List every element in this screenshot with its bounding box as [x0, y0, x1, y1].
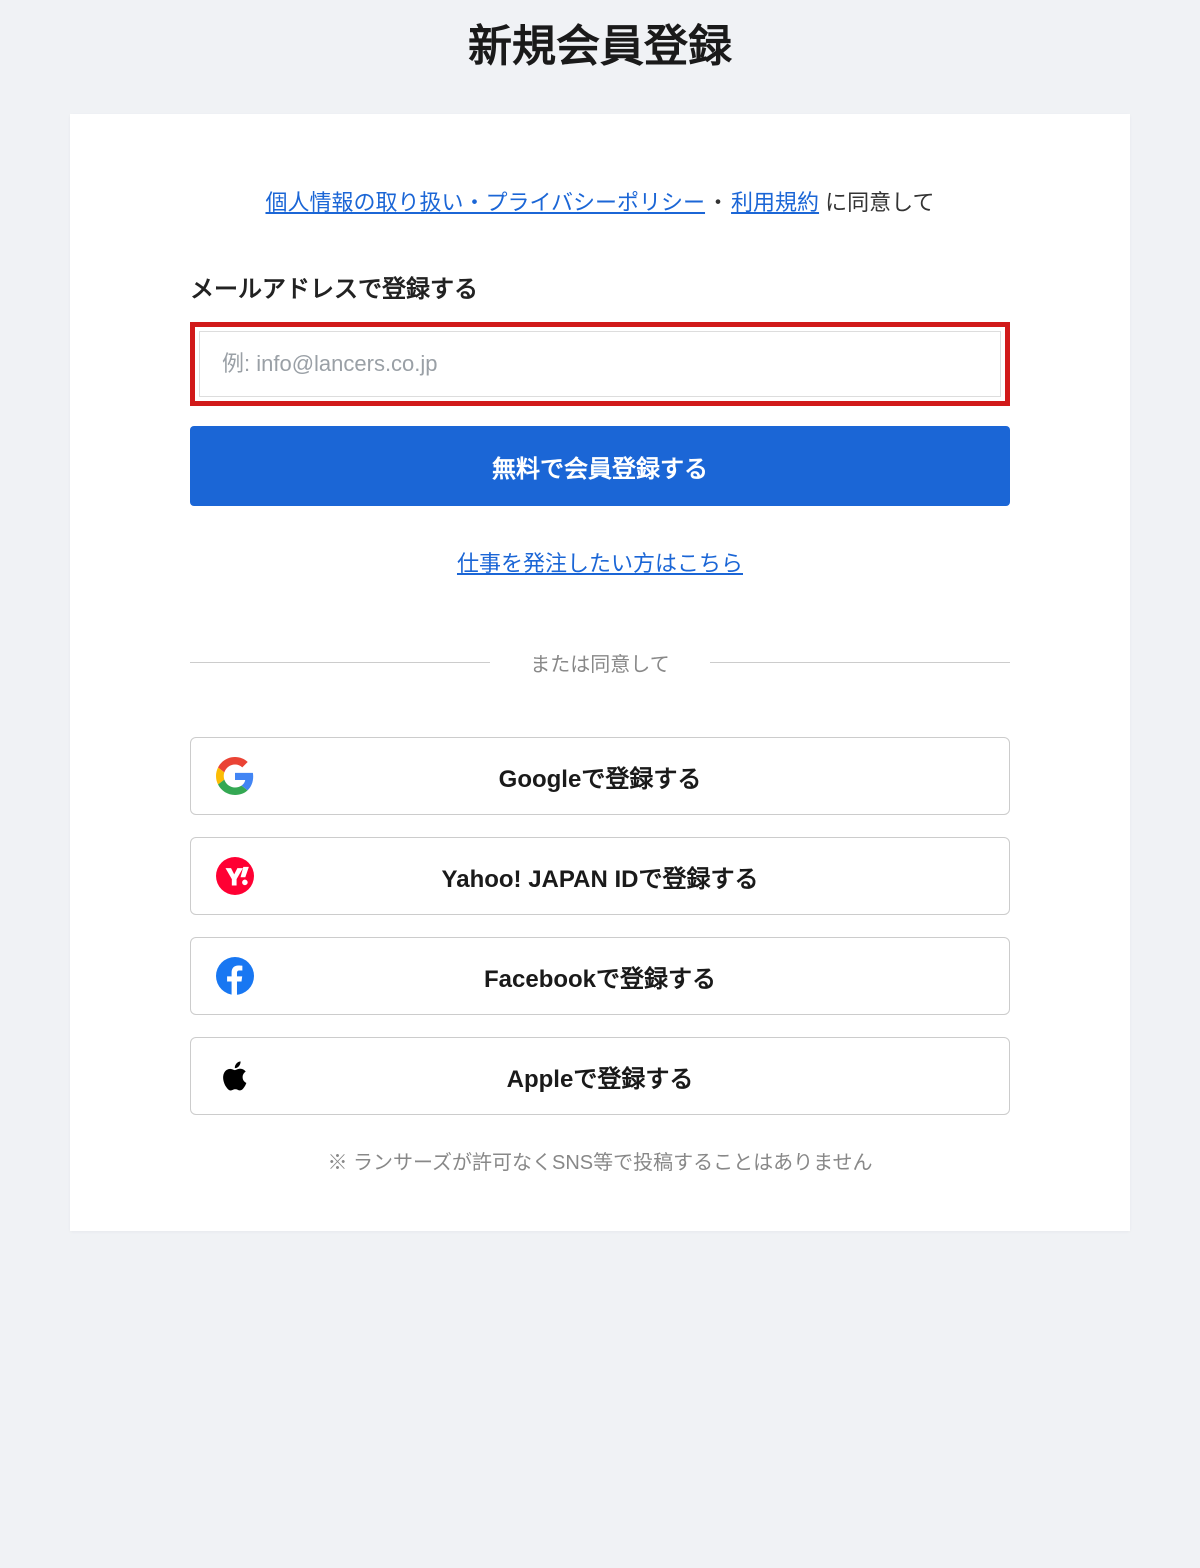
- yahoo-icon: [215, 856, 255, 896]
- client-signup-link[interactable]: 仕事を発注したい方はこちら: [190, 546, 1010, 578]
- email-input[interactable]: [199, 331, 1001, 397]
- apple-signup-button[interactable]: Appleで登録する: [190, 1037, 1010, 1115]
- facebook-signup-label: Facebookで登録する: [484, 966, 716, 993]
- signup-card: 個人情報の取り扱い・プライバシーポリシー・利用規約 に同意して メールアドレスで…: [70, 114, 1130, 1231]
- register-button[interactable]: 無料で会員登録する: [190, 426, 1010, 506]
- consent-suffix: に同意して: [819, 190, 934, 215]
- facebook-icon: [215, 956, 255, 996]
- separator-dot: ・: [707, 190, 729, 215]
- yahoo-signup-button[interactable]: Yahoo! JAPAN IDで登録する: [190, 837, 1010, 915]
- apple-icon: [215, 1056, 255, 1096]
- facebook-signup-button[interactable]: Facebookで登録する: [190, 937, 1010, 1015]
- consent-text: 個人情報の取り扱い・プライバシーポリシー・利用規約 に同意して: [190, 184, 1010, 221]
- email-section-heading: メールアドレスで登録する: [190, 269, 1010, 304]
- divider-label: または同意して: [490, 648, 709, 677]
- google-icon: [215, 756, 255, 796]
- google-signup-button[interactable]: Googleで登録する: [190, 737, 1010, 815]
- sns-disclaimer: ※ ランサーズが許可なくSNS等で投稿することはありません: [190, 1145, 1010, 1181]
- yahoo-signup-label: Yahoo! JAPAN IDで登録する: [442, 866, 759, 893]
- divider-line-right: [710, 662, 1010, 663]
- page-title: 新規会員登録: [0, 10, 1200, 74]
- google-signup-label: Googleで登録する: [499, 766, 702, 793]
- privacy-policy-link[interactable]: 個人情報の取り扱い・プライバシーポリシー: [265, 190, 705, 215]
- divider-line-left: [190, 662, 490, 663]
- apple-signup-label: Appleで登録する: [507, 1066, 694, 1093]
- terms-link[interactable]: 利用規約: [731, 190, 819, 215]
- divider: または同意して: [190, 648, 1010, 677]
- email-input-highlight: [190, 322, 1010, 406]
